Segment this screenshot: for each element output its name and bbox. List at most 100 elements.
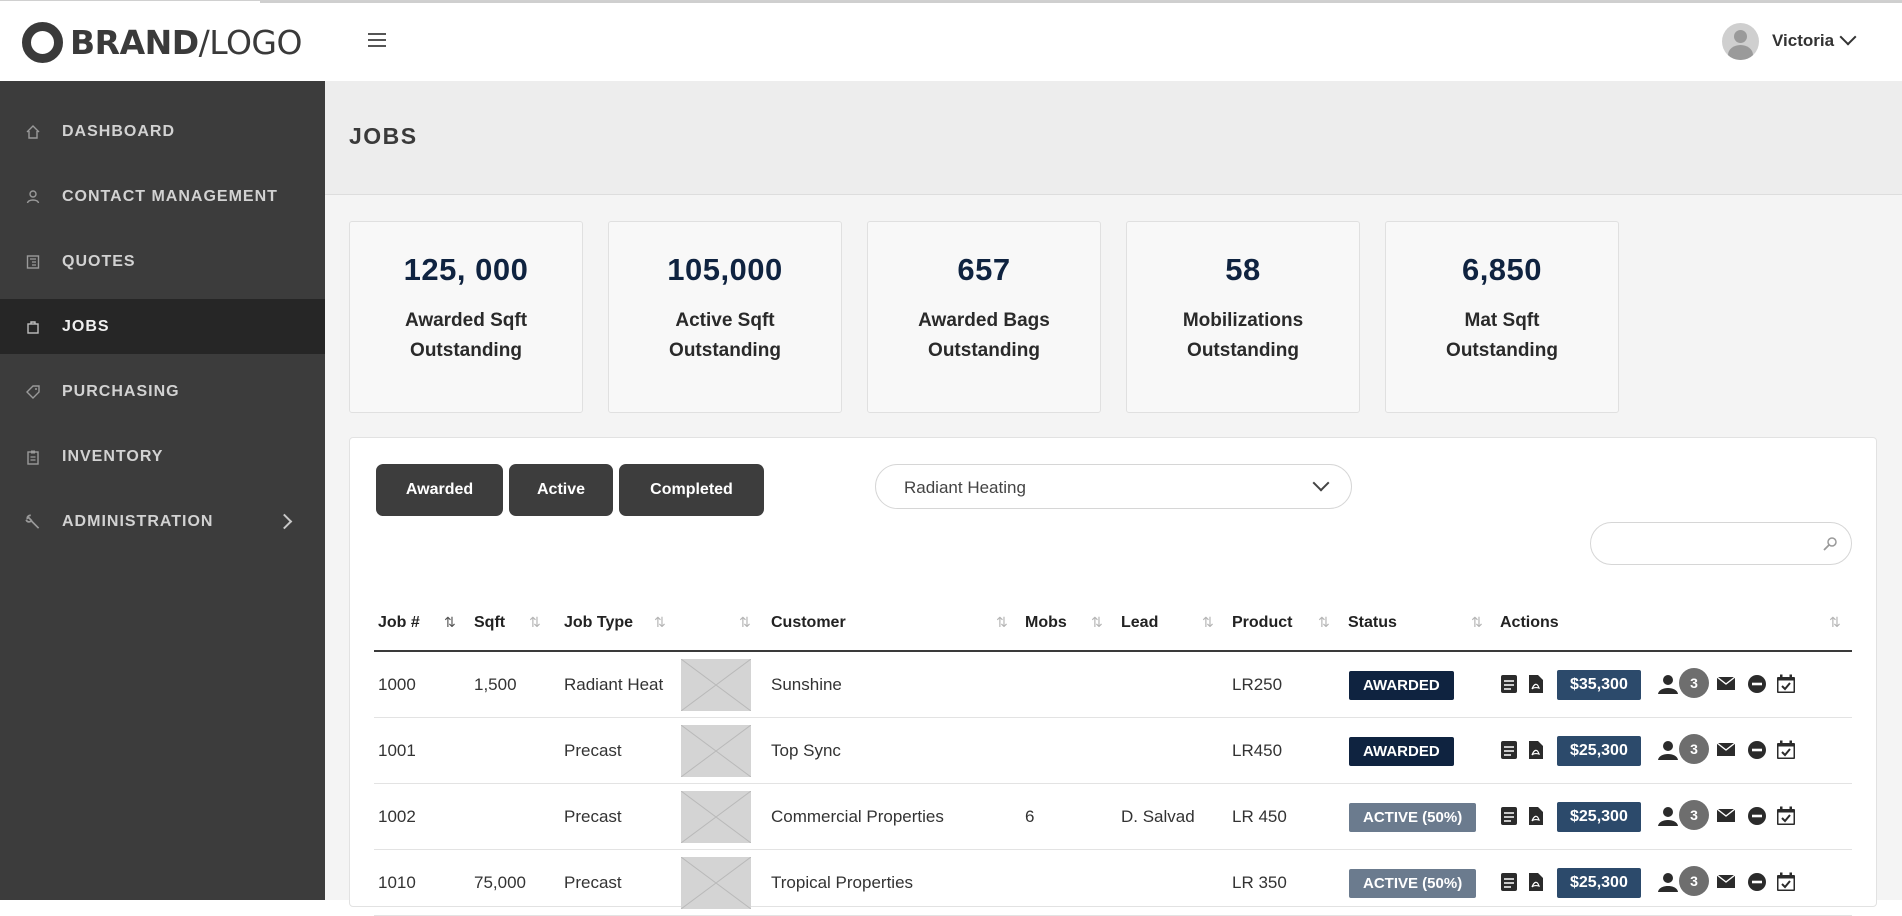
calendar-check-icon[interactable] [1776, 674, 1796, 694]
sort-icon[interactable]: ⇅ [739, 614, 753, 632]
sort-icon[interactable]: ⇅ [529, 614, 543, 632]
pdf-icon[interactable] [1528, 740, 1548, 760]
document-icon[interactable] [1500, 872, 1520, 892]
remove-icon[interactable] [1747, 806, 1767, 826]
col-job[interactable]: Job # [378, 614, 420, 632]
person-icon[interactable] [1657, 872, 1678, 892]
stat-card-awarded-sqft: 125, 000 Awarded Sqft Outstanding [349, 221, 583, 413]
sort-icon[interactable]: ⇅ [1202, 614, 1216, 632]
chevron-down-icon [1312, 474, 1330, 492]
top-border [260, 1, 1902, 3]
cell-product: LR450 [1232, 741, 1283, 760]
stat-card-awarded-bags: 657 Awarded Bags Outstanding [867, 221, 1101, 413]
sort-icon[interactable]: ⇅ [1318, 614, 1332, 632]
stat-label: Mat Sqft Outstanding [1446, 310, 1558, 361]
calendar-check-icon[interactable] [1776, 872, 1796, 892]
status-badge: ACTIVE (50%) [1349, 803, 1477, 832]
search-input[interactable] [1605, 532, 1815, 556]
jobs-table: Job # ⇅ Sqft ⇅ Job Type ⇅ ⇅ Customer ⇅ M… [374, 596, 1852, 916]
table-row[interactable]: 1010 75,000 Precast Tropical Properties … [374, 850, 1852, 916]
document-icon[interactable] [1500, 740, 1520, 760]
jobs-panel: Awarded Active Completed Radiant Heating… [349, 437, 1877, 916]
mail-icon[interactable] [1716, 872, 1736, 892]
tab-active[interactable]: Active [509, 464, 613, 516]
mail-icon[interactable] [1716, 740, 1736, 760]
cell-customer: Top Sync [771, 741, 841, 760]
clipboard-icon [24, 448, 42, 466]
user-menu[interactable]: Victoria [1722, 21, 1857, 61]
calendar-check-icon[interactable] [1776, 806, 1796, 826]
sidebar-item-contact-management[interactable]: CONTACT MANAGEMENT [0, 169, 325, 224]
remove-icon[interactable] [1747, 674, 1767, 694]
hamburger-menu-icon[interactable] [368, 33, 386, 47]
col-job-type[interactable]: Job Type [564, 614, 633, 632]
col-customer[interactable]: Customer [771, 614, 846, 632]
cell-job: 1002 [378, 807, 416, 826]
price-button[interactable]: $25,300 [1557, 868, 1641, 898]
sidebar-item-jobs[interactable]: JOBS [0, 299, 325, 354]
sidebar-item-inventory[interactable]: INVENTORY [0, 429, 325, 484]
col-product[interactable]: Product [1232, 614, 1292, 632]
cell-job: 1000 [378, 675, 416, 694]
sidebar-item-label: ADMINISTRATION [62, 512, 214, 530]
thumbnail-placeholder [680, 724, 752, 778]
stat-label: Awarded Sqft Outstanding [404, 310, 528, 361]
price-button[interactable]: $35,300 [1557, 670, 1641, 700]
col-mobs[interactable]: Mobs [1025, 614, 1067, 632]
wrench-icon [24, 513, 42, 531]
sidebar-item-dashboard[interactable]: DASHBOARD [0, 104, 325, 159]
cell-job-type: Precast [564, 807, 622, 826]
pdf-icon[interactable] [1528, 872, 1548, 892]
stat-value: 125, 000 [403, 252, 529, 287]
price-button[interactable]: $25,300 [1557, 736, 1641, 766]
table-row[interactable]: 1000 1,500 Radiant Heat Sunshine LR250 A… [374, 652, 1852, 718]
count-badge: 3 [1679, 668, 1709, 698]
count-badge: 3 [1679, 800, 1709, 830]
sort-icon[interactable]: ⇅ [1829, 614, 1843, 632]
person-icon[interactable] [1657, 740, 1678, 760]
sort-icon[interactable]: ⇅ [1091, 614, 1105, 632]
tab-completed[interactable]: Completed [619, 464, 764, 516]
status-badge: ACTIVE (50%) [1349, 869, 1477, 898]
page-title: JOBS [349, 123, 418, 149]
sort-icon[interactable]: ⇅ [996, 614, 1010, 632]
sidebar: DASHBOARD CONTACT MANAGEMENT QUOTES JOBS… [0, 81, 325, 900]
table-row[interactable]: 1002 Precast Commercial Properties 6 D. … [374, 784, 1852, 850]
table-row[interactable]: 1001 Precast Top Sync LR450 AWARDED $25,… [374, 718, 1852, 784]
count-badge: 3 [1679, 866, 1709, 896]
pdf-icon[interactable] [1528, 674, 1548, 694]
col-lead[interactable]: Lead [1121, 614, 1158, 632]
stat-label: Active Sqft Outstanding [669, 310, 781, 361]
document-icon[interactable] [1500, 806, 1520, 826]
stat-label: Awarded Bags Outstanding [918, 310, 1050, 361]
brand-logo[interactable]: BRAND/LOGO [22, 21, 302, 63]
tab-awarded[interactable]: Awarded [376, 464, 503, 516]
job-type-select[interactable]: Radiant Heating [875, 464, 1352, 509]
sidebar-item-purchasing[interactable]: PURCHASING [0, 364, 325, 419]
sort-icon[interactable]: ⇅ [654, 614, 668, 632]
sidebar-item-label: INVENTORY [62, 447, 164, 465]
sort-asc-icon[interactable]: ⇅ [444, 614, 458, 632]
col-sqft[interactable]: Sqft [474, 614, 505, 632]
sidebar-item-administration[interactable]: ADMINISTRATION [0, 494, 325, 549]
col-actions: Actions [1500, 614, 1559, 631]
status-badge: AWARDED [1349, 737, 1454, 766]
person-icon[interactable] [1657, 674, 1678, 694]
user-name: Victoria [1772, 31, 1835, 50]
person-icon[interactable] [1657, 806, 1678, 826]
search-icon[interactable] [1821, 535, 1839, 553]
document-icon[interactable] [1500, 674, 1520, 694]
sort-icon[interactable]: ⇅ [1471, 614, 1485, 632]
remove-icon[interactable] [1747, 740, 1767, 760]
pdf-icon[interactable] [1528, 806, 1548, 826]
mail-icon[interactable] [1716, 806, 1736, 826]
remove-icon[interactable] [1747, 872, 1767, 892]
calendar-check-icon[interactable] [1776, 740, 1796, 760]
stat-value: 105,000 [667, 252, 783, 287]
price-button[interactable]: $25,300 [1557, 802, 1641, 832]
tag-icon [24, 383, 42, 401]
stat-label: Mobilizations Outstanding [1182, 310, 1304, 361]
col-status[interactable]: Status [1348, 614, 1397, 632]
sidebar-item-quotes[interactable]: QUOTES [0, 234, 325, 289]
mail-icon[interactable] [1716, 674, 1736, 694]
